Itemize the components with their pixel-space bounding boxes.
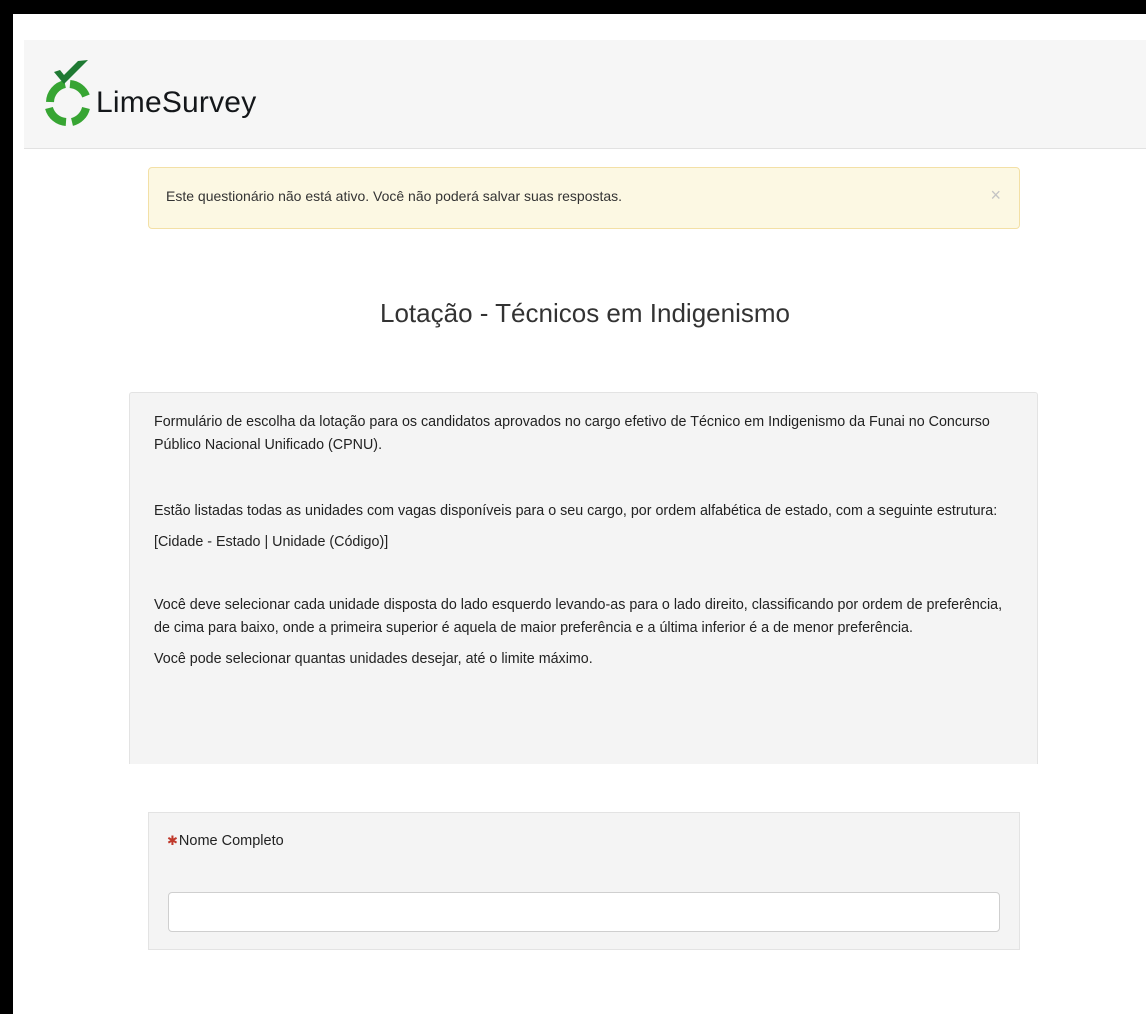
description-paragraph-3: [Cidade - Estado | Unidade (Código)] xyxy=(154,534,389,550)
description-paragraph-4: Você deve selecionar cada unidade dispos… xyxy=(154,597,1003,636)
question-label: ✱Nome Completo xyxy=(167,833,284,849)
top-navbar: LimeSurvey xyxy=(24,40,1146,149)
survey-title: Lotação - Técnicos em Indigenismo xyxy=(380,298,790,328)
required-asterisk-icon: ✱ xyxy=(167,833,178,848)
window-frame-left xyxy=(0,0,13,1014)
brand-name: LimeSurvey xyxy=(96,86,257,119)
question-label-text: Nome Completo xyxy=(178,833,284,849)
full-name-input[interactable] xyxy=(168,892,1000,932)
description-paragraph-1: Formulário de escolha da lotação para os… xyxy=(154,414,990,453)
question-nome-completo: ✱Nome Completo xyxy=(148,812,1020,950)
description-paragraph-5: Você pode selecionar quantas unidades de… xyxy=(154,651,593,667)
inactive-survey-alert: Este questionário não está ativo. Você n… xyxy=(148,167,1020,229)
survey-description: Formulário de escolha da lotação para os… xyxy=(129,392,1038,764)
window-frame-top xyxy=(0,0,1146,14)
limesurvey-logo-icon xyxy=(45,60,90,126)
alert-message: Este questionário não está ativo. Você n… xyxy=(166,188,623,204)
description-paragraph-2: Estão listadas todas as unidades com vag… xyxy=(154,503,998,519)
brand-logo[interactable]: LimeSurvey xyxy=(40,58,330,128)
close-icon[interactable]: × xyxy=(990,186,1001,204)
